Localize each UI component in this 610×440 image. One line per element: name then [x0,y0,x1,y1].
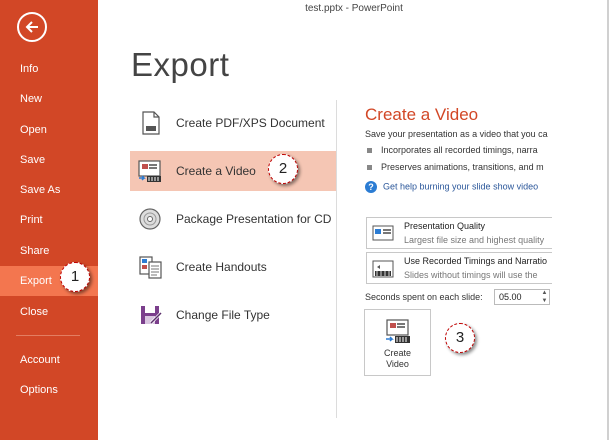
back-arrow-icon[interactable] [17,12,47,42]
nav-save-as[interactable]: Save As [0,175,98,205]
help-link[interactable]: ? Get help burning your slide show video [365,181,551,193]
bullet-text: Incorporates all recorded timings, narra [381,145,538,155]
window-title: test.pptx - PowerPoint [305,3,403,14]
panel-title: Create a Video [365,105,479,124]
bullet-square-icon [367,165,372,171]
panel-description: Save your presentation as a video that y… [365,129,548,139]
bullet-square-icon [367,148,372,154]
option-label: Change File Type [176,308,270,322]
nav-share[interactable]: Share [0,236,98,266]
bullet-text: Preserves animations, transitions, and m [381,162,544,172]
option-label: Create Handouts [176,260,267,274]
change-file-type-icon [141,306,163,325]
spin-up-icon[interactable]: ▲ [539,289,550,297]
nav-close[interactable]: Close [0,297,98,327]
option-label: Create a Video [176,164,256,178]
callout-one: 1 [60,262,90,292]
option-create-handouts[interactable]: Create Handouts [130,247,336,287]
timings-sub: Slides without timings will use the [404,270,538,280]
callout-two: 2 [268,154,298,184]
quality-main: Presentation Quality [404,221,486,231]
presentation-quality-icon [372,225,394,241]
nav-account[interactable]: Account [0,345,98,375]
create-video-label-line1: Create [383,348,411,358]
nav-options[interactable]: Options [0,375,98,405]
option-change-file-type[interactable]: Change File Type [130,295,336,335]
nav-open[interactable]: Open [0,115,98,145]
create-video-button[interactable]: Create Video [364,309,431,376]
bullet-item: Preserves animations, transitions, and m [367,162,551,172]
create-video-label: Create Video [365,348,430,370]
option-create-pdf-xps[interactable]: Create PDF/XPS Document [130,103,336,143]
timings-dropdown[interactable]: Use Recorded Timings and Narratio Slides… [366,252,552,284]
page-title: Export [131,46,230,83]
help-link-text: Get help burning your slide show video [383,181,539,192]
window-frame [607,0,609,440]
sidebar-divider [16,335,80,336]
seconds-label: Seconds spent on each slide: [365,292,483,302]
option-label: Create PDF/XPS Document [176,116,325,130]
nav-new[interactable]: New [0,84,98,114]
callout-three: 3 [445,323,475,353]
cd-icon [139,208,161,230]
seconds-spinner[interactable]: ▲ ▼ [539,289,550,305]
option-label: Package Presentation for CD [176,212,332,226]
pdf-document-icon [142,111,160,135]
quality-dropdown[interactable]: Presentation Quality Largest file size a… [366,217,552,249]
create-video-label-line2: Video [386,359,409,369]
nav-save[interactable]: Save [0,145,98,175]
handouts-icon [139,256,162,279]
timings-main: Use Recorded Timings and Narratio [404,256,548,266]
option-create-video[interactable]: Create a Video [130,151,336,191]
quality-sub: Largest file size and highest quality [404,235,545,245]
bullet-item: Incorporates all recorded timings, narra [367,145,551,155]
spin-down-icon[interactable]: ▼ [539,297,550,305]
recorded-timings-icon [372,260,394,278]
help-question-icon: ? [365,181,377,193]
nav-print[interactable]: Print [0,205,98,235]
video-icon [138,160,161,182]
backstage-sidebar: Info New Open Save Save As Print Share E… [0,0,98,440]
column-divider [336,100,337,418]
create-video-icon [386,319,410,343]
option-package-cd[interactable]: Package Presentation for CD [130,199,336,239]
nav-info[interactable]: Info [0,54,98,84]
